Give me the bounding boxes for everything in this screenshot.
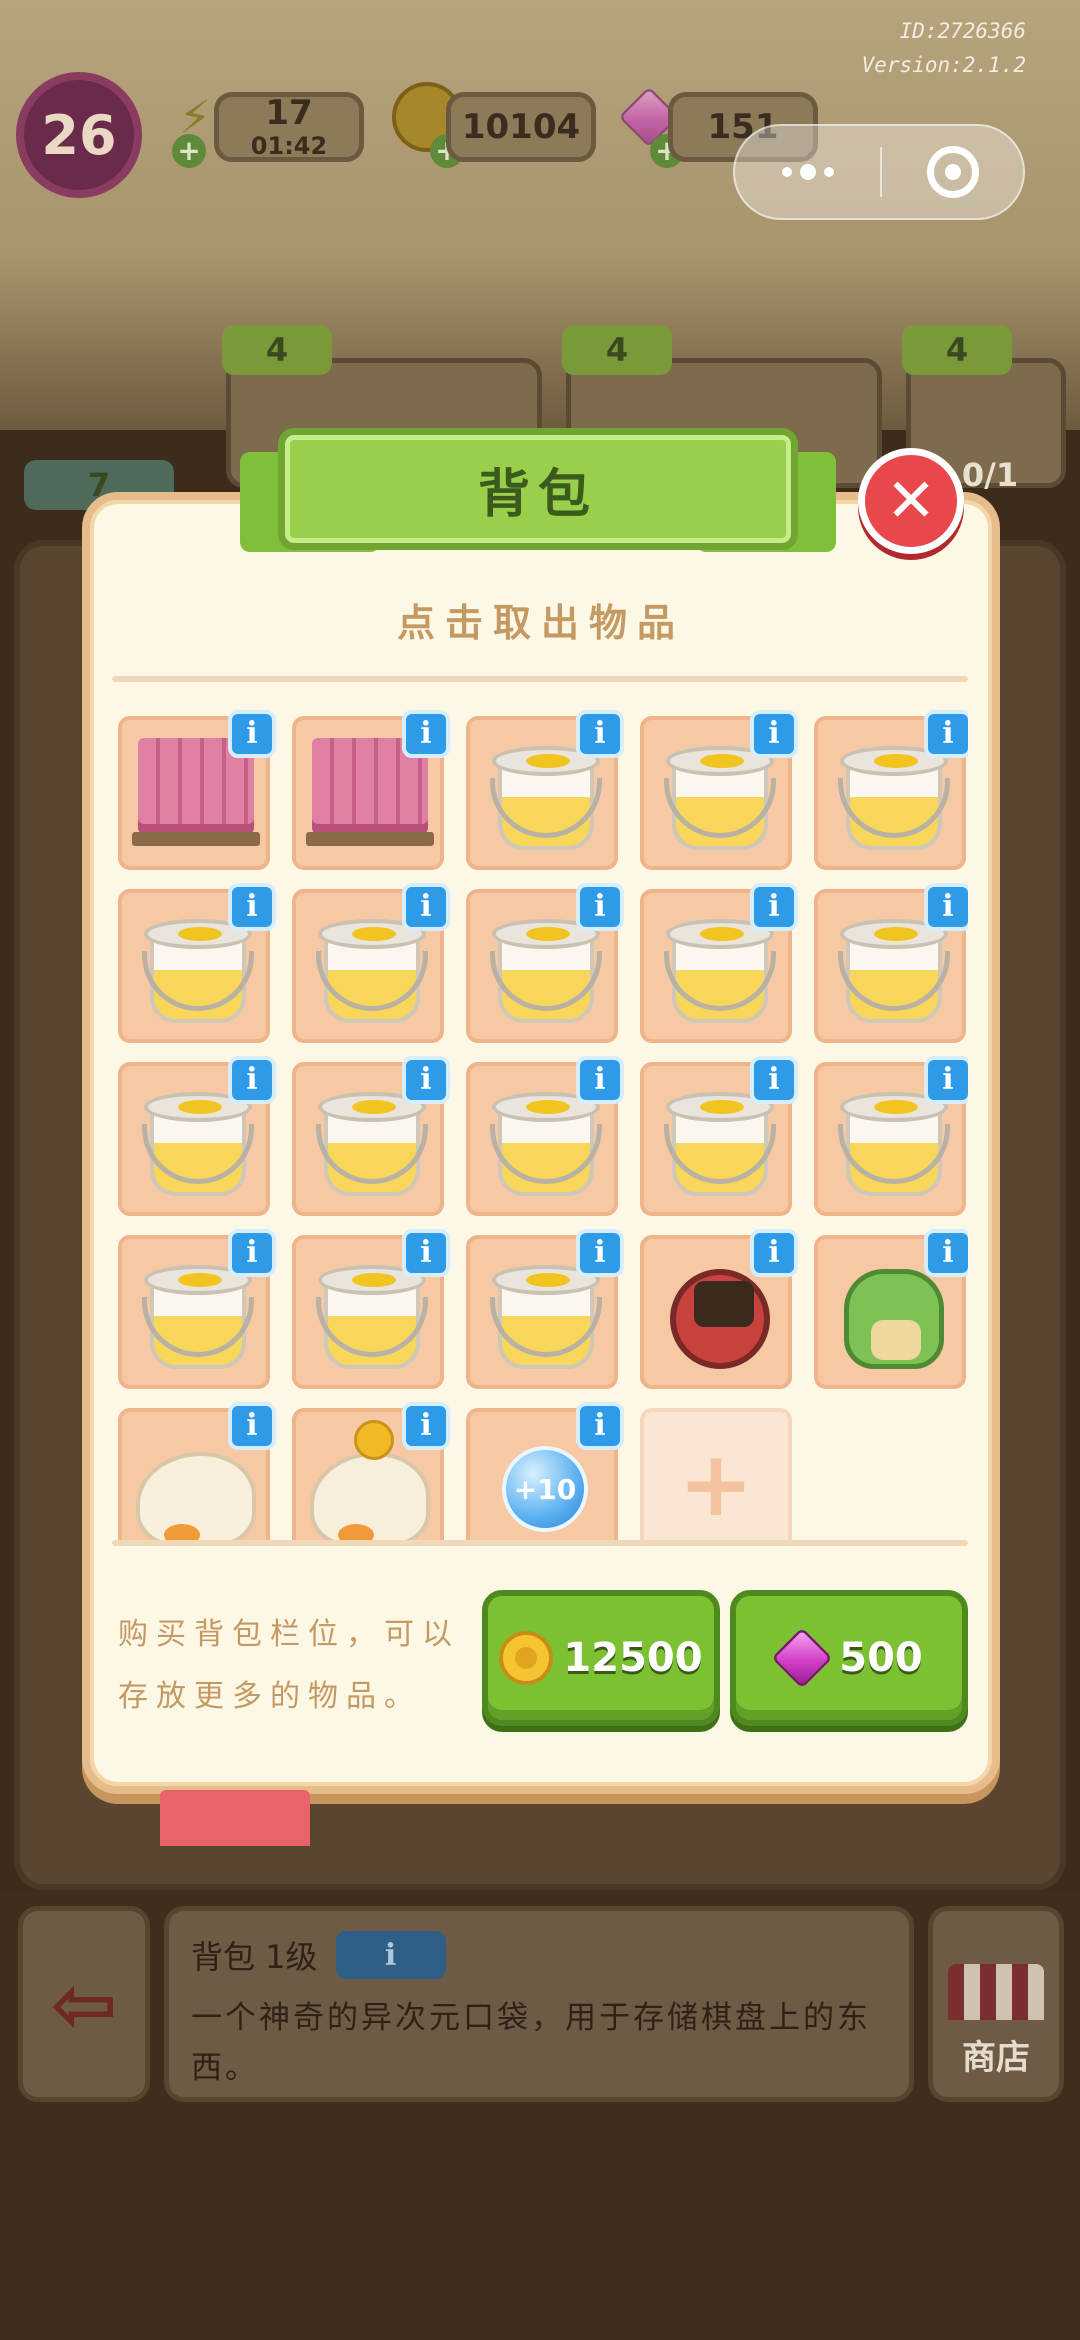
backpack-slot[interactable]: i: [292, 1056, 450, 1216]
backpack-slot[interactable]: i: [466, 1229, 624, 1389]
backpack-slot[interactable]: i: [640, 710, 798, 870]
backpack-slot[interactable]: i: [640, 1229, 798, 1389]
bonus-label: +10: [502, 1446, 588, 1532]
item-info-button[interactable]: i: [576, 1056, 624, 1104]
backpack-slot[interactable]: i: [466, 1056, 624, 1216]
backpack-grid: i i i i i i i i i i i i i i i i i i i i i i +10 i +: [118, 706, 968, 1540]
backpack-slot[interactable]: i: [118, 1229, 276, 1389]
backpack-slot[interactable]: i: [640, 1056, 798, 1216]
backpack-slot[interactable]: i: [118, 710, 276, 870]
shop-awning-icon: [948, 1964, 1044, 2020]
item-info-button[interactable]: i: [402, 710, 450, 758]
item-info-button[interactable]: i: [228, 1402, 276, 1450]
item-info-button[interactable]: i: [576, 1229, 624, 1277]
item-info-button[interactable]: i: [576, 883, 624, 931]
item-info-button[interactable]: i: [576, 710, 624, 758]
item-info-button[interactable]: i: [402, 1229, 450, 1277]
player-level-badge[interactable]: 26: [16, 72, 142, 198]
backpack-slot[interactable]: i: [640, 883, 798, 1043]
coin-price: 12500: [563, 1635, 703, 1681]
backpack-slot[interactable]: i: [292, 1402, 450, 1540]
item-info-button[interactable]: i: [402, 1056, 450, 1104]
add-energy-button[interactable]: +: [172, 134, 206, 168]
gem-price: 500: [839, 1635, 923, 1681]
info-title: 背包 1级: [191, 1938, 318, 1976]
item-info-button[interactable]: i: [228, 1229, 276, 1277]
buy-slot-coins-button[interactable]: 12500: [482, 1590, 720, 1726]
modal-bottom-tab: [160, 1790, 310, 1846]
backpack-slot[interactable]: +10 i: [466, 1402, 624, 1540]
gem-icon: [771, 1627, 833, 1689]
backpack-slot[interactable]: i: [118, 883, 276, 1043]
close-button[interactable]: ✕: [858, 448, 964, 554]
info-detail-button[interactable]: i: [335, 1931, 446, 1979]
shop-label: 商店: [962, 2038, 1030, 2078]
coin-counter: 10104: [446, 92, 596, 162]
build-version: Version:2.1.2: [861, 53, 1026, 77]
item-info-button[interactable]: i: [228, 710, 276, 758]
exit-button[interactable]: ⇦: [18, 1906, 150, 2102]
target-icon: [926, 146, 979, 198]
backpack-slot[interactable]: i: [814, 1056, 968, 1216]
modal-title: 背包: [278, 428, 798, 550]
exit-arrow-icon: ⇦: [50, 1957, 118, 2051]
divider: [112, 1540, 968, 1546]
backpack-slot[interactable]: i: [466, 710, 624, 870]
backpack-slot[interactable]: i: [118, 1402, 276, 1540]
item-info-button[interactable]: i: [924, 710, 968, 758]
item-info-panel: 背包 1级 i 一个神奇的异次元口袋，用于存储棋盘上的东西。: [164, 1906, 914, 2102]
order-reward-tag: 4: [562, 325, 672, 375]
build-id: ID:2726366: [899, 19, 1026, 43]
item-info-button[interactable]: i: [924, 1229, 968, 1277]
buy-slot-text: 购买背包栏位，可以存放更多的物品。: [118, 1617, 460, 1714]
item-info-button[interactable]: i: [924, 1056, 968, 1104]
backpack-slot[interactable]: i: [814, 1229, 968, 1389]
item-info-button[interactable]: i: [750, 1229, 798, 1277]
item-info-button[interactable]: i: [402, 1402, 450, 1450]
backpack-slot[interactable]: i: [292, 883, 450, 1043]
energy-counter: 17 01:42: [214, 92, 364, 162]
item-info-button[interactable]: i: [750, 1056, 798, 1104]
build-info: ID:2726366 Version:2.1.2: [862, 14, 1026, 82]
backpack-slot[interactable]: i: [292, 1229, 450, 1389]
backpack-slot[interactable]: i: [292, 710, 450, 870]
backpack-slot[interactable]: i: [814, 710, 968, 870]
empty-slot-icon: +: [644, 1412, 788, 1540]
info-title-row: 背包 1级 i: [191, 1931, 887, 1979]
buy-slot-gems-button[interactable]: 500: [730, 1590, 968, 1726]
more-menu-button[interactable]: [735, 126, 880, 218]
plus-icon: +: [678, 1432, 754, 1537]
close-miniprogram-button[interactable]: [882, 126, 1023, 218]
item-info-button[interactable]: i: [228, 1056, 276, 1104]
backpack-slot[interactable]: i: [814, 883, 968, 1043]
item-info-button[interactable]: i: [576, 1402, 624, 1450]
backpack-slot[interactable]: i: [118, 1056, 276, 1216]
coin-icon: [499, 1631, 554, 1685]
item-info-button[interactable]: i: [750, 883, 798, 931]
shop-button[interactable]: 商店: [928, 1906, 1064, 2102]
backpack-slot[interactable]: i: [466, 883, 624, 1043]
item-info-button[interactable]: i: [924, 883, 968, 931]
empty-slot-add[interactable]: +: [640, 1408, 792, 1540]
divider: [112, 676, 968, 682]
order-reward-tag: 4: [902, 325, 1012, 375]
miniprogram-capsule: [733, 124, 1025, 220]
modal-subtitle: 点击取出物品: [396, 601, 685, 645]
energy-value: 17: [265, 93, 313, 133]
item-info-button[interactable]: i: [750, 710, 798, 758]
item-info-button[interactable]: i: [228, 883, 276, 931]
energy-timer: 01:42: [250, 132, 328, 160]
item-info-button[interactable]: i: [402, 883, 450, 931]
info-description: 一个神奇的异次元口袋，用于存储棋盘上的东西。: [191, 2000, 871, 2086]
order-reward-tag: 4: [222, 325, 332, 375]
